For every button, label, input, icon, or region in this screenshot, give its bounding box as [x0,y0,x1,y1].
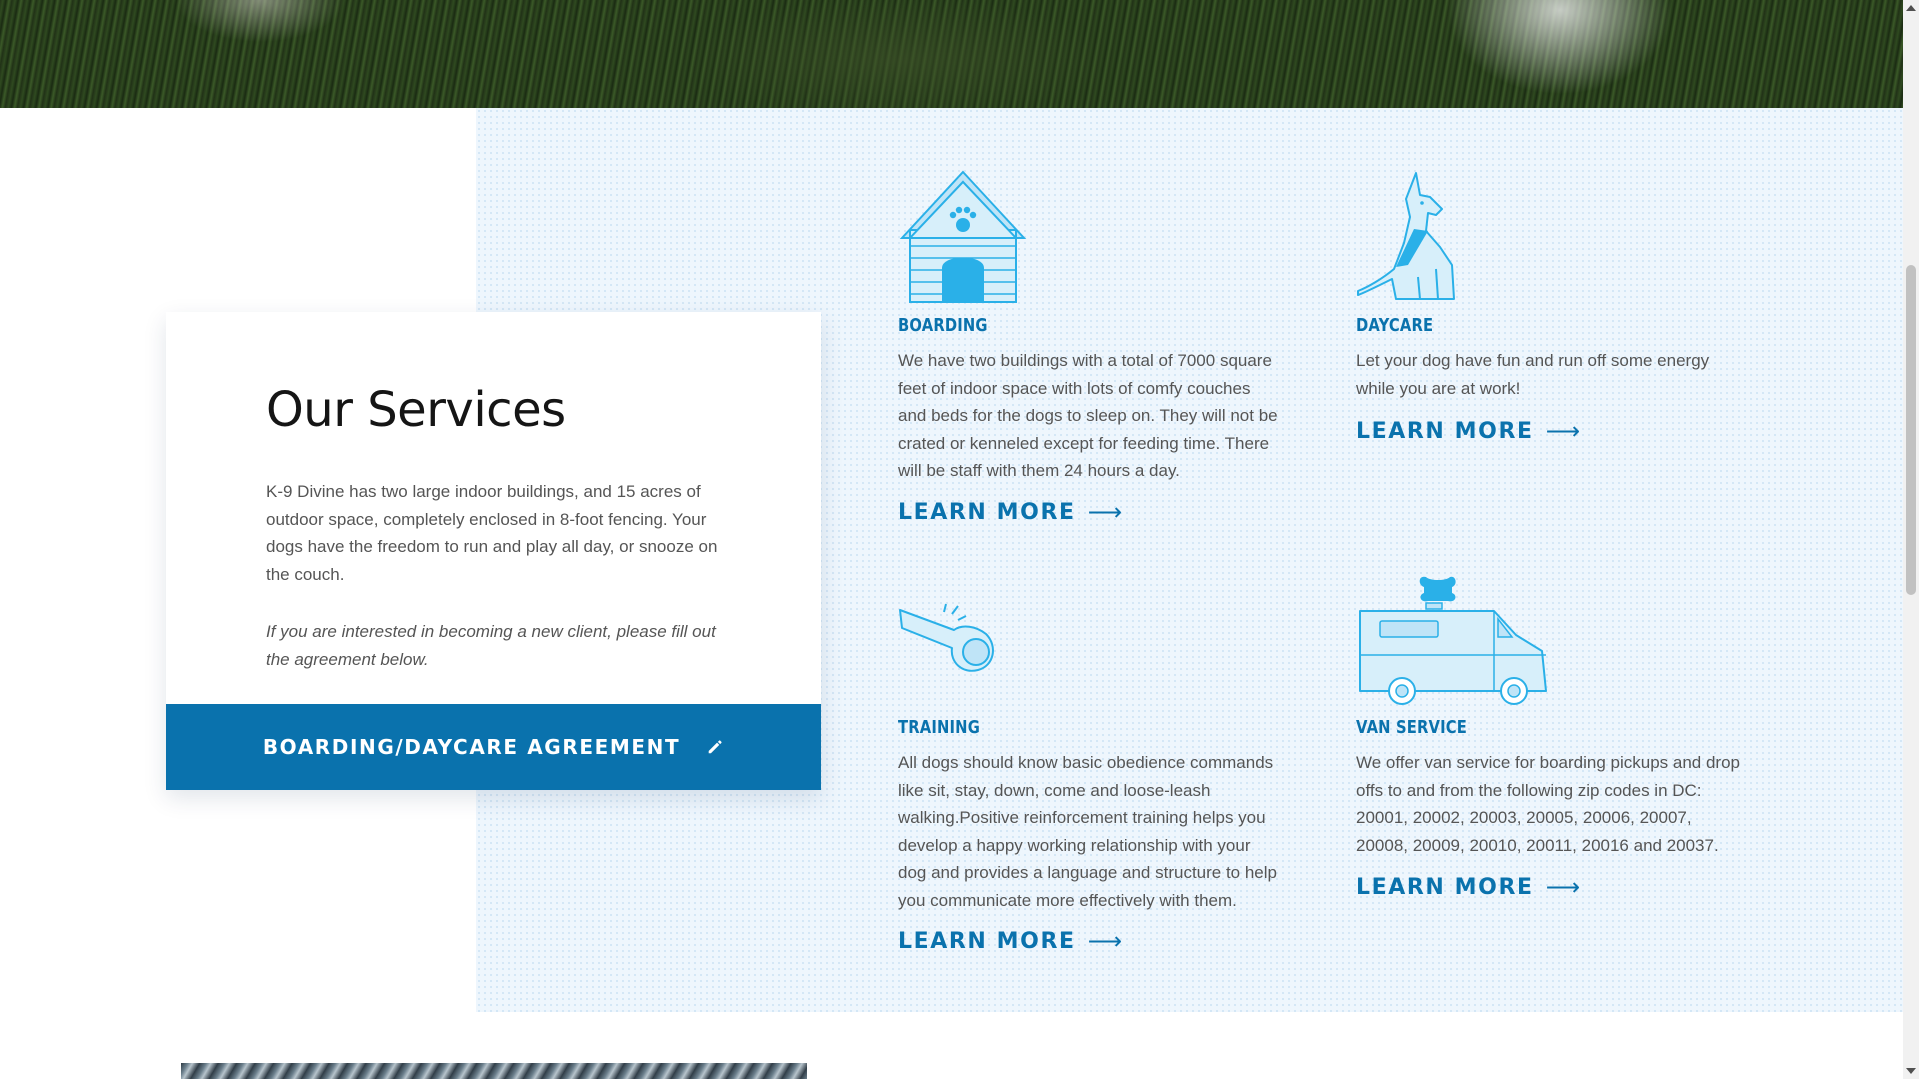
learn-more-label: LEARN MORE [898,499,1076,525]
scroll-up-icon[interactable] [1906,5,1916,11]
learn-more-link[interactable]: LEARN MORE ⟶ [898,927,1122,955]
pencil-icon [708,740,722,754]
arrow-right-icon: ⟶ [1545,417,1581,445]
bottom-image [181,1063,807,1079]
service-description: We offer van service for boarding pickup… [1356,753,1740,855]
service-boarding: BOARDING We have two buildings with a to… [898,165,1288,535]
scrollbar[interactable] [1903,0,1919,1079]
service-description: Let your dog have fun and run off some e… [1356,351,1710,398]
service-training: TRAINING All dogs should know basic obed… [898,567,1288,967]
service-daycare: DAYCARE Let your dog have fun and run of… [1356,165,1746,465]
learn-more-link[interactable]: LEARN MORE ⟶ [1356,417,1580,445]
services-intro-card: Our Services K-9 Divine has two large in… [166,312,821,790]
intro-text: K-9 Divine has two large indoor building… [266,482,718,584]
sitting-dog-icon [1357,172,1455,300]
service-title: TRAINING [898,717,980,738]
arrow-right-icon: ⟶ [1087,498,1123,526]
scroll-down-icon[interactable] [1906,1068,1916,1074]
agreement-button-label: BOARDING/DAYCARE AGREEMENT [262,735,681,759]
service-title: BOARDING [898,315,988,336]
service-description: All dogs should know basic obedience com… [898,753,1277,910]
service-van: VAN SERVICE We offer van service for boa… [1356,567,1746,907]
service-title: VAN SERVICE [1356,717,1468,738]
hero-image [0,0,1903,108]
service-title: DAYCARE [1356,315,1434,336]
learn-more-link[interactable]: LEARN MORE ⟶ [898,498,1122,526]
learn-more-label: LEARN MORE [898,928,1076,954]
learn-more-label: LEARN MORE [1356,874,1534,900]
agreement-button[interactable]: BOARDING/DAYCARE AGREEMENT [166,704,821,790]
scrollbar-thumb[interactable] [1906,265,1916,595]
page-title: Our Services [266,382,566,438]
service-description: We have two buildings with a total of 70… [898,351,1278,480]
learn-more-link[interactable]: LEARN MORE ⟶ [1356,873,1580,901]
van-icon [1359,576,1547,705]
learn-more-label: LEARN MORE [1356,418,1534,444]
intro-note: If you are interested in becoming a new … [266,622,716,669]
arrow-right-icon: ⟶ [1087,927,1123,955]
doghouse-icon [899,170,1027,303]
arrow-right-icon: ⟶ [1545,873,1581,901]
whistle-icon [899,603,994,672]
